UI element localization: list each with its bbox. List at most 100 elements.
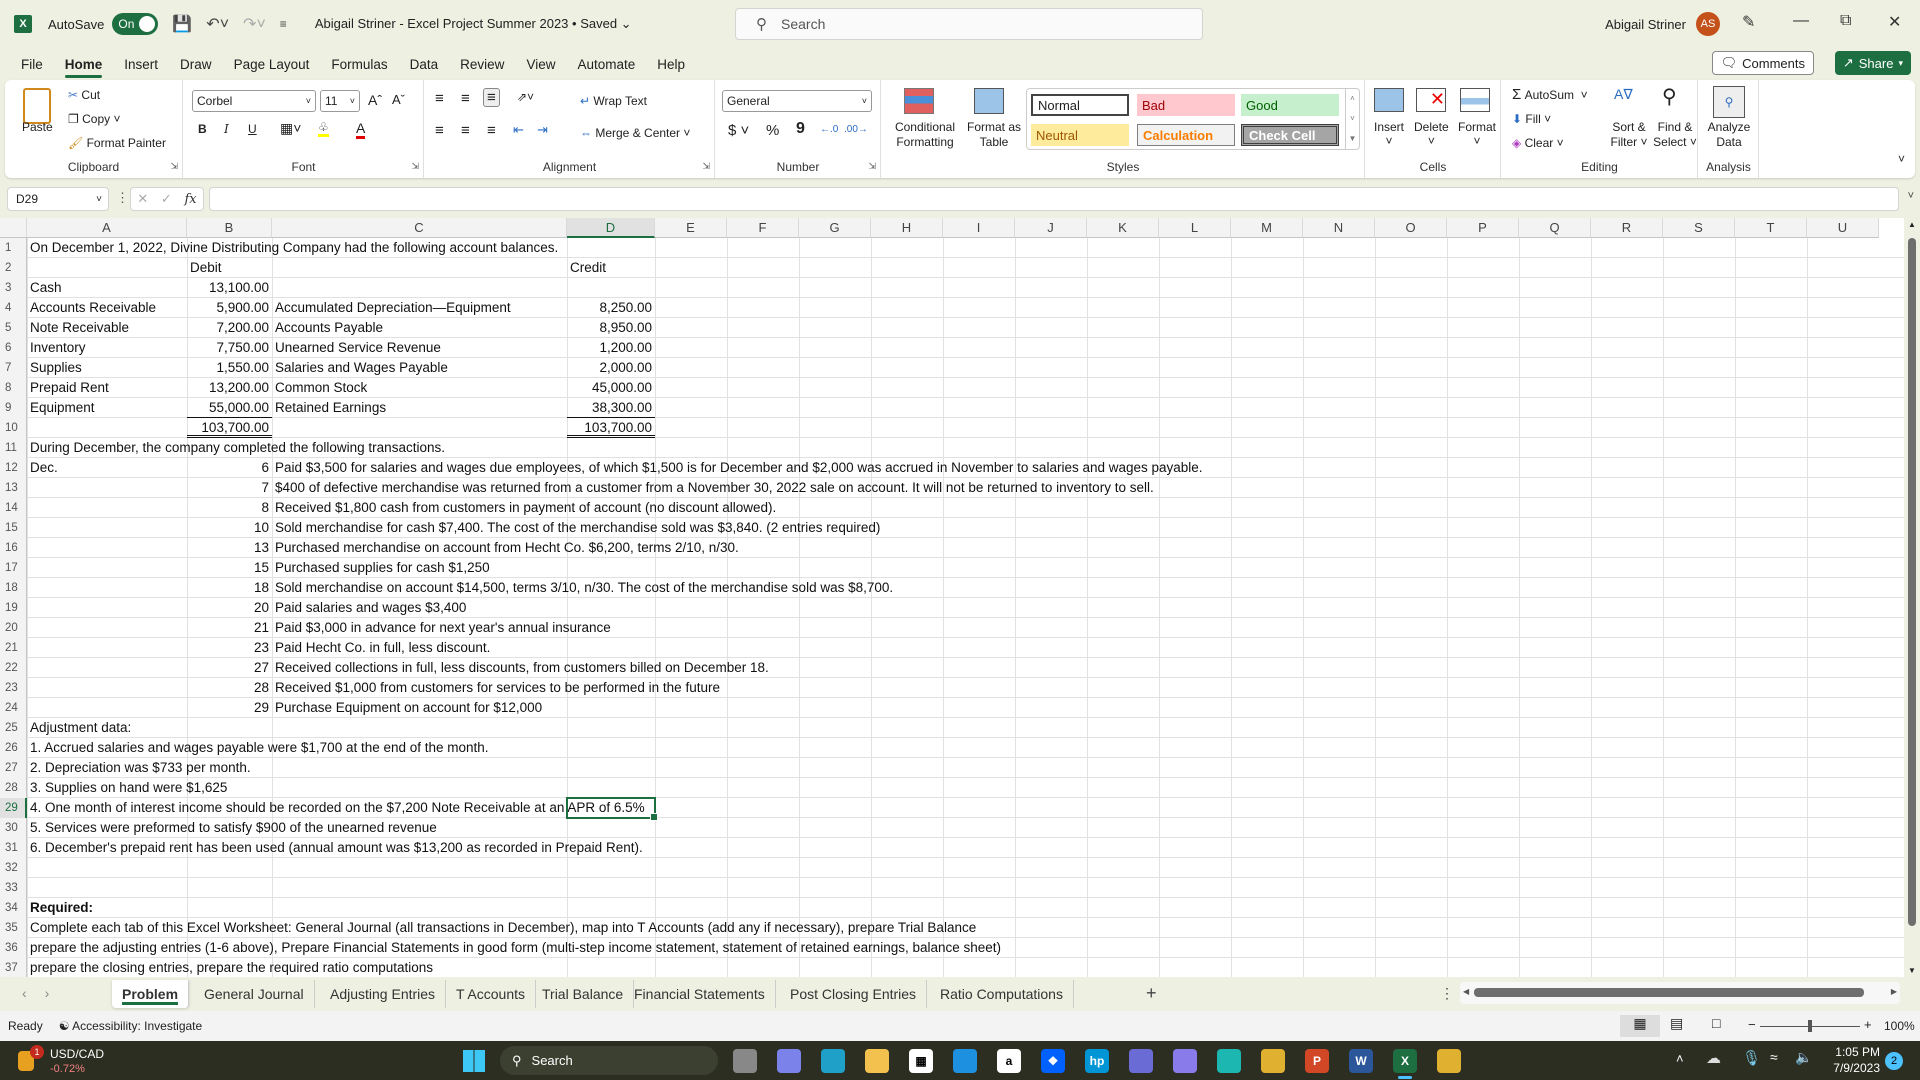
close-icon[interactable]: ✕ [1888, 12, 1901, 32]
fill-color-icon[interactable]: ♧ [318, 120, 329, 137]
cell-b2[interactable]: Debit [187, 258, 225, 278]
column-header-o[interactable]: O [1375, 218, 1447, 238]
search-box[interactable]: ⚲ Search [735, 8, 1203, 40]
cancel-icon[interactable]: ✕ [137, 191, 148, 207]
wrap-text-button[interactable]: ↵ Wrap Text [580, 94, 647, 108]
cell-b18[interactable]: 18 [187, 578, 272, 598]
underline-button[interactable]: U [248, 122, 257, 136]
row-header-7[interactable]: 7 [0, 358, 27, 378]
row-header-19[interactable]: 19 [0, 598, 27, 618]
scroll-down-icon[interactable]: ▼ [1908, 966, 1916, 975]
collapse-ribbon-icon[interactable]: ˅ [1898, 152, 1905, 166]
accessibility-button[interactable]: ☯ Accessibility: Investigate [59, 1019, 203, 1033]
row-header-28[interactable]: 28 [0, 778, 27, 798]
paste-button[interactable]: Paste [22, 120, 53, 134]
sheet-tab-problem[interactable]: Problem [112, 980, 190, 1008]
row-header-14[interactable]: 14 [0, 498, 27, 518]
column-header-t[interactable]: T [1735, 218, 1807, 238]
align-center-icon[interactable]: ≡ [461, 122, 470, 139]
cell-b23[interactable]: 28 [187, 678, 272, 698]
insert-cells-icon[interactable] [1374, 88, 1404, 112]
taskbar-app-word-icon[interactable]: W [1349, 1049, 1373, 1073]
sort-filter-icon[interactable]: A∇ [1614, 86, 1633, 103]
style-normal[interactable]: Normal [1031, 94, 1129, 116]
column-header-g[interactable]: G [799, 218, 871, 238]
taskbar-app-task-view-icon[interactable] [733, 1049, 757, 1073]
row-header-10[interactable]: 10 [0, 418, 27, 438]
cell-c5[interactable]: Accounts Payable [272, 318, 386, 338]
cell-b8[interactable]: 13,200.00 [187, 378, 272, 398]
format-cells-icon[interactable] [1460, 88, 1490, 112]
cell-b10[interactable]: 103,700.00 [187, 418, 272, 438]
expand-formula-bar-icon[interactable]: ˅ [1908, 190, 1914, 202]
style-neutral[interactable]: Neutral [1031, 124, 1129, 146]
column-header-n[interactable]: N [1303, 218, 1375, 238]
tab-insert[interactable]: Insert [124, 53, 158, 76]
cell-b15[interactable]: 10 [187, 518, 272, 538]
cell-a28[interactable]: 3. Supplies on hand were $1,625 [27, 778, 230, 798]
zoom-slider-thumb[interactable] [1808, 1020, 1812, 1032]
cell-c15[interactable]: Sold merchandise for cash $7,400. The co… [272, 518, 883, 538]
style-check-cell[interactable]: Check Cell [1241, 124, 1339, 146]
cell-d10[interactable]: 103,700.00 [567, 418, 655, 438]
cell-c7[interactable]: Salaries and Wages Payable [272, 358, 451, 378]
cell-b4[interactable]: 5,900.00 [187, 298, 272, 318]
taskbar-app-chrome-2-icon[interactable] [1437, 1049, 1461, 1073]
column-header-m[interactable]: M [1231, 218, 1303, 238]
scroll-left-icon[interactable]: ◀ [1463, 987, 1469, 996]
comma-button[interactable]: 9 [796, 120, 805, 138]
analyze-data-icon[interactable]: ⚲ [1713, 86, 1745, 118]
cell-c12[interactable]: Paid $3,500 for salaries and wages due e… [272, 458, 1206, 478]
tab-page-layout[interactable]: Page Layout [234, 53, 310, 76]
cell-c21[interactable]: Paid Hecht Co. in full, less discount. [272, 638, 493, 658]
taskbar-app-dropbox-icon[interactable]: ❖ [1041, 1049, 1065, 1073]
row-header-6[interactable]: 6 [0, 338, 27, 358]
row-header-25[interactable]: 25 [0, 718, 27, 738]
wifi-icon[interactable]: ≈ [1770, 1049, 1778, 1065]
cell-a4[interactable]: Accounts Receivable [27, 298, 159, 318]
cell-b12[interactable]: 6 [187, 458, 272, 478]
cell-c20[interactable]: Paid $3,000 in advance for next year's a… [272, 618, 614, 638]
cell-b13[interactable]: 7 [187, 478, 272, 498]
sheet-tab-post-closing-entries[interactable]: Post Closing Entries [780, 980, 928, 1008]
row-header-16[interactable]: 16 [0, 538, 27, 558]
percent-button[interactable]: % [766, 122, 779, 139]
cell-c4[interactable]: Accumulated Depreciation—Equipment [272, 298, 514, 318]
column-header-b[interactable]: B [187, 218, 272, 238]
taskbar-app-chrome-icon[interactable] [1261, 1049, 1285, 1073]
autosum-button[interactable]: Σ AutoSum ˅ [1512, 86, 1588, 103]
enter-icon[interactable]: ✓ [161, 191, 172, 207]
format-as-table-icon[interactable] [974, 88, 1004, 114]
share-button[interactable]: ↗ Share ▾ [1834, 51, 1911, 75]
taskbar-app-excel-icon[interactable]: X [1393, 1049, 1417, 1073]
copy-button[interactable]: ❐ Copy ˅ [68, 112, 120, 126]
find-icon[interactable]: ⚲ [1662, 84, 1677, 109]
cell-a6[interactable]: Inventory [27, 338, 89, 358]
fill-button[interactable]: ⬇ Fill ˅ [1512, 112, 1551, 126]
cell-a11[interactable]: During December, the company completed t… [27, 438, 448, 458]
row-header-12[interactable]: 12 [0, 458, 27, 478]
row-header-21[interactable]: 21 [0, 638, 27, 658]
column-header-q[interactable]: Q [1519, 218, 1591, 238]
cell-a1[interactable]: On December 1, 2022, Divine Distributing… [27, 238, 561, 258]
taskbar-app-file-explorer-icon[interactable] [865, 1049, 889, 1073]
dialog-launcher-icon[interactable]: ⇲ [868, 161, 876, 172]
cell-d7[interactable]: 2,000.00 [567, 358, 655, 378]
cell-b9[interactable]: 55,000.00 [187, 398, 272, 418]
cell-a27[interactable]: 2. Depreciation was $733 per month. [27, 758, 254, 778]
cell-d5[interactable]: 8,950.00 [567, 318, 655, 338]
format-painter-button[interactable]: 🖌 Format Painter [68, 136, 166, 150]
cell-d8[interactable]: 45,000.00 [567, 378, 655, 398]
row-header-26[interactable]: 26 [0, 738, 27, 758]
cell-b14[interactable]: 8 [187, 498, 272, 518]
cell-a34[interactable]: Required: [27, 898, 96, 918]
row-header-5[interactable]: 5 [0, 318, 27, 338]
sort-filter-button[interactable]: Sort & Filter ˅ [1606, 120, 1652, 150]
borders-icon[interactable]: ▦˅ [280, 120, 301, 137]
cell-c16[interactable]: Purchased merchandise on account from He… [272, 538, 742, 558]
cell-d2[interactable]: Credit [567, 258, 609, 278]
column-header-i[interactable]: I [943, 218, 1015, 238]
style-good[interactable]: Good [1241, 94, 1339, 116]
cell-c14[interactable]: Received $1,800 cash from customers in p… [272, 498, 779, 518]
column-header-h[interactable]: H [871, 218, 943, 238]
